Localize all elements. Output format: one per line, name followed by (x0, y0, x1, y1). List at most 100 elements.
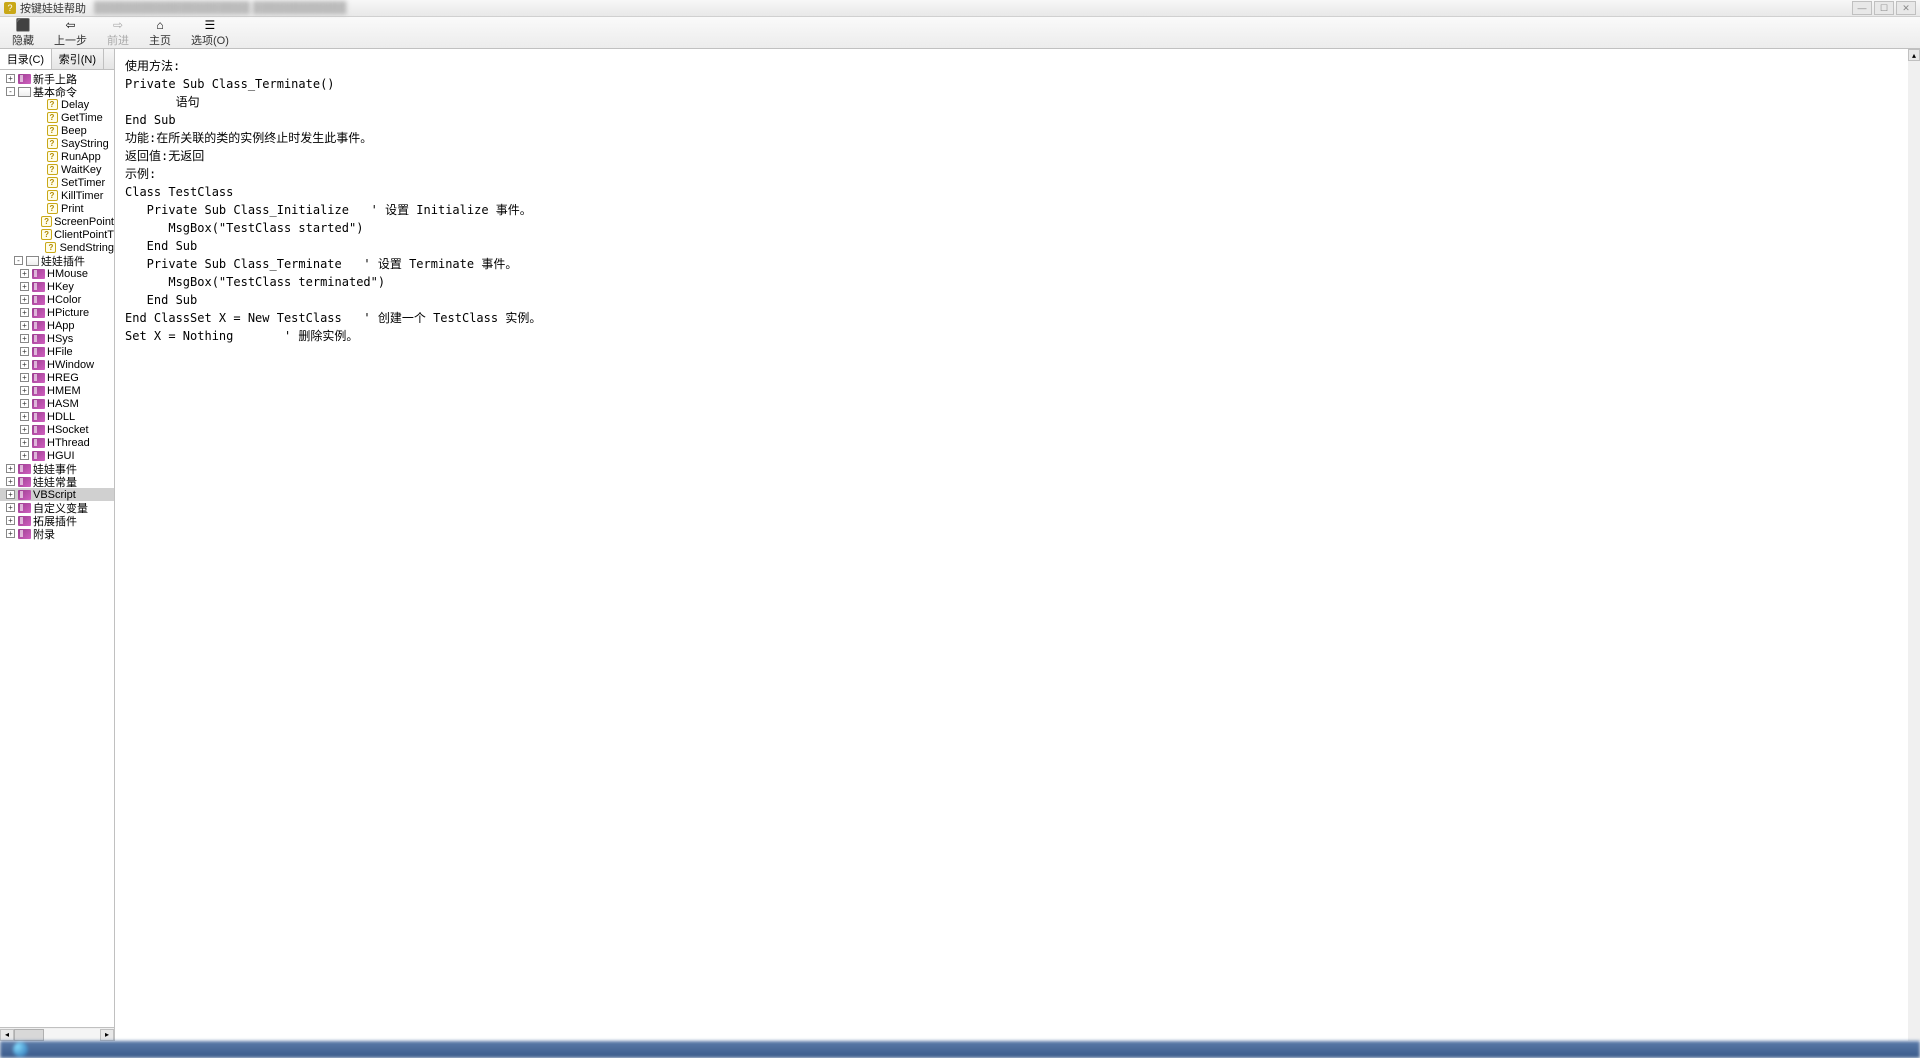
tab-index[interactable]: 索引(N) (52, 49, 104, 69)
tree-item-WaitKey[interactable]: ?WaitKey (0, 163, 114, 176)
tree-toggle-icon[interactable]: + (20, 451, 29, 460)
help-topic-icon: ? (45, 190, 59, 202)
tree-toggle-icon[interactable]: + (20, 425, 29, 434)
minimize-button[interactable]: — (1852, 1, 1872, 15)
home-button[interactable]: ⌂ 主页 (141, 17, 179, 49)
tree-item-ScreenPoint[interactable]: ?ScreenPoint (0, 215, 114, 228)
book-closed-icon (31, 411, 45, 423)
tree-item-HKey[interactable]: +HKey (0, 280, 114, 293)
tree-item-Print[interactable]: ?Print (0, 202, 114, 215)
tree-toggle-icon[interactable]: + (20, 269, 29, 278)
book-open-icon (25, 255, 39, 267)
tree-item-label: HThread (47, 437, 90, 449)
tab-contents[interactable]: 目录(C) (0, 49, 52, 69)
close-button[interactable]: ✕ (1896, 1, 1916, 15)
tree-toggle-icon[interactable]: + (6, 464, 15, 473)
tree-toggle-icon[interactable]: + (6, 74, 15, 83)
tree-item-HSys[interactable]: + HSys (0, 332, 114, 345)
help-content-text: 使用方法: Private Sub Class_Terminate() 语句 E… (125, 57, 1910, 345)
maximize-button[interactable]: ☐ (1874, 1, 1894, 15)
tree-toggle-icon[interactable]: - (14, 256, 23, 265)
tree-toggle-icon[interactable]: + (20, 308, 29, 317)
tree-toggle-icon[interactable]: + (20, 360, 29, 369)
tree-item-RunApp[interactable]: ?RunApp (0, 150, 114, 163)
tree-item-娃娃常量[interactable]: +娃娃常量 (0, 475, 114, 488)
vscroll-up-button[interactable]: ▴ (1908, 49, 1920, 61)
tree-item-label: GetTime (61, 112, 103, 124)
start-button[interactable] (0, 1041, 40, 1058)
tree-item-HASM[interactable]: +HASM (0, 397, 114, 410)
tree-toggle-icon[interactable]: + (20, 412, 29, 421)
tree-item-SayString[interactable]: ?SayString (0, 137, 114, 150)
tab-overflow[interactable] (104, 49, 114, 69)
tree-item-label: HWindow (47, 359, 94, 371)
tree-item-HPicture[interactable]: +HPicture (0, 306, 114, 319)
tree-toggle-icon[interactable]: + (20, 386, 29, 395)
tree-toggle-icon[interactable]: + (20, 438, 29, 447)
tree-item-label: ClientPointT (54, 229, 114, 241)
tree-item-label: HREG (47, 372, 79, 384)
tree-item-HColor[interactable]: + HColor (0, 293, 114, 306)
tree-item-娃娃插件[interactable]: -娃娃插件 (0, 254, 114, 267)
hscroll-thumb[interactable] (14, 1029, 44, 1041)
book-closed-icon (31, 450, 45, 462)
tree-item-Beep[interactable]: ?Beep (0, 124, 114, 137)
tree-item-HThread[interactable]: + HThread (0, 436, 114, 449)
tree-item-label: HDLL (47, 411, 75, 423)
tree-item-KillTimer[interactable]: ?KillTimer (0, 189, 114, 202)
tree-hscroll[interactable]: ◂ ▸ (0, 1027, 114, 1041)
back-button[interactable]: ⇦ 上一步 (46, 17, 95, 49)
help-topic-icon: ? (45, 177, 59, 189)
tree-toggle-icon[interactable]: + (6, 503, 15, 512)
tree-toggle-icon[interactable]: + (6, 490, 15, 499)
tree-item-HWindow[interactable]: + HWindow (0, 358, 114, 371)
help-topic-icon: ? (41, 229, 52, 241)
tree-item-HREG[interactable]: + HREG (0, 371, 114, 384)
book-closed-icon (31, 294, 45, 306)
tree-toggle-icon[interactable]: + (20, 373, 29, 382)
tree-toggle-icon[interactable]: + (20, 334, 29, 343)
tree-toggle-icon[interactable]: + (6, 477, 15, 486)
taskbar[interactable] (0, 1041, 1920, 1058)
tree-item-HDLL[interactable]: + HDLL (0, 410, 114, 423)
hscroll-right-button[interactable]: ▸ (100, 1029, 114, 1041)
options-button[interactable]: ☰ 选项(O) (183, 17, 237, 49)
tree-toggle-icon[interactable]: + (6, 529, 15, 538)
tree-item-ClientPointT[interactable]: ?ClientPointT (0, 228, 114, 241)
book-closed-icon (17, 463, 31, 475)
tree-item-HMEM[interactable]: +HMEM (0, 384, 114, 397)
help-topic-icon: ? (45, 151, 59, 163)
tree-item-HMouse[interactable]: +HMouse (0, 267, 114, 280)
tree-toggle-icon[interactable]: + (20, 295, 29, 304)
tree-toggle-icon[interactable]: + (20, 399, 29, 408)
tree-toggle-icon[interactable]: + (6, 516, 15, 525)
tree-item-label: Print (61, 203, 84, 215)
toc-tree[interactable]: +新手上路-基本命令?Delay?GetTime?Beep?SayString?… (0, 70, 114, 1027)
tree-item-HFile[interactable]: +HFile (0, 345, 114, 358)
tree-toggle-icon[interactable]: - (6, 87, 15, 96)
tree-item-GetTime[interactable]: ?GetTime (0, 111, 114, 124)
tree-item-拓展插件[interactable]: +拓展插件 (0, 514, 114, 527)
tree-item-Delay[interactable]: ?Delay (0, 98, 114, 111)
hide-button[interactable]: ⬛ 隐藏 (4, 17, 42, 49)
tree-toggle-icon[interactable]: + (20, 347, 29, 356)
tree-item-附录[interactable]: +附录 (0, 527, 114, 540)
tree-item-label: HSys (47, 333, 73, 345)
book-closed-icon (17, 73, 31, 85)
tree-toggle-icon[interactable]: + (20, 282, 29, 291)
tree-toggle-icon[interactable]: + (20, 321, 29, 330)
tree-item-HApp[interactable]: +HApp (0, 319, 114, 332)
tree-item-HSocket[interactable]: +HSocket (0, 423, 114, 436)
forward-button[interactable]: ⇨ 前进 (99, 17, 137, 49)
tree-item-label: HColor (47, 294, 81, 306)
content-vscroll[interactable]: ▴ (1908, 49, 1920, 1041)
book-closed-icon (17, 489, 31, 501)
book-closed-icon (31, 372, 45, 384)
tree-item-基本命令[interactable]: -基本命令 (0, 85, 114, 98)
hscroll-track[interactable] (14, 1029, 100, 1041)
hscroll-left-button[interactable]: ◂ (0, 1029, 14, 1041)
tree-item-label: ScreenPoint (54, 216, 114, 228)
toolbar: ⬛ 隐藏 ⇦ 上一步 ⇨ 前进 ⌂ 主页 ☰ 选项(O) (0, 17, 1920, 49)
windows-orb-icon (13, 1042, 28, 1057)
tree-item-SetTimer[interactable]: ?SetTimer (0, 176, 114, 189)
